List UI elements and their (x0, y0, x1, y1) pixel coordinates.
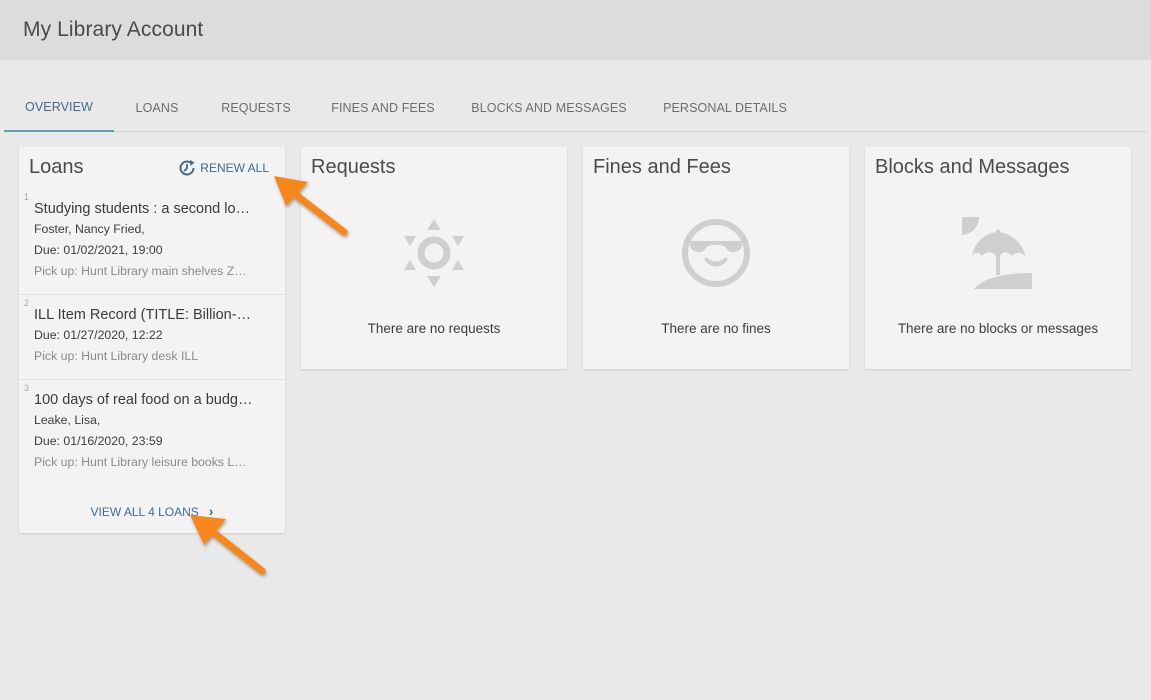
loan-number: 2 (24, 298, 30, 308)
clock-renew-icon (179, 160, 195, 176)
loan-item[interactable]: 2 ILL Item Record (TITLE: Billion-… Due:… (19, 295, 285, 380)
tab-requests[interactable]: REQUESTS (200, 84, 312, 131)
renew-all-button[interactable]: RENEW ALL (177, 158, 269, 178)
loans-card: Loans RENEW ALL 1 Studying students : a … (19, 147, 285, 533)
loan-pickup: Pick up: Hunt Library desk ILL (34, 349, 199, 363)
tab-overview[interactable]: OVERVIEW (4, 84, 114, 132)
loan-item[interactable]: 3 100 days of real food on a budg… Leake… (19, 380, 285, 485)
loan-pickup: Pick up: Hunt Library main shelves Z… (34, 264, 247, 278)
loan-pickup: Pick up: Hunt Library leisure books L… (34, 455, 247, 469)
fines-card-title[interactable]: Fines and Fees (593, 156, 731, 179)
chevron-right-icon: › (208, 503, 214, 519)
view-all-loans-label: VIEW ALL 4 LOANS (90, 505, 199, 519)
loan-title[interactable]: 100 days of real food on a budg… (34, 390, 271, 410)
loan-number: 3 (24, 383, 30, 393)
loan-item[interactable]: 1 Studying students : a second lo… Foste… (19, 189, 285, 295)
beach-umbrella-icon (962, 217, 1032, 289)
renew-all-label: RENEW ALL (200, 161, 269, 175)
loan-due-date: Due: 01/02/2021, 19:00 (34, 243, 163, 257)
tab-blocks-and-messages[interactable]: BLOCKS AND MESSAGES (454, 84, 644, 131)
page-title: My Library Account (23, 18, 204, 41)
blocks-card-title[interactable]: Blocks and Messages (875, 156, 1070, 179)
tab-personal-details[interactable]: PERSONAL DETAILS (644, 84, 806, 131)
view-all-loans-link[interactable]: VIEW ALL 4 LOANS › (19, 503, 285, 519)
tab-fines-and-fees[interactable]: FINES AND FEES (312, 84, 454, 131)
loan-title[interactable]: Studying students : a second lo… (34, 199, 271, 219)
blocks-empty-message: There are no blocks or messages (897, 321, 1099, 336)
blocks-card: Blocks and Messages There are no blocks … (865, 147, 1131, 369)
requests-card-title[interactable]: Requests (311, 156, 396, 179)
loans-card-title[interactable]: Loans (29, 156, 84, 179)
app-header: My Library Account (0, 0, 1151, 60)
fines-empty-message: There are no fines (661, 321, 771, 336)
sunglasses-smiley-icon (682, 219, 750, 287)
loan-title[interactable]: ILL Item Record (TITLE: Billion-… (34, 305, 271, 325)
sun-icon (404, 219, 464, 287)
loan-due-date: Due: 01/27/2020, 12:22 (34, 328, 163, 342)
fines-card: Fines and Fees There are no fines (583, 147, 849, 369)
requests-empty-message: There are no requests (367, 321, 501, 336)
loan-number: 1 (24, 192, 30, 202)
requests-card: Requests There are no requests (301, 147, 567, 369)
loan-list: 1 Studying students : a second lo… Foste… (19, 189, 285, 485)
tab-loans[interactable]: LOANS (114, 84, 200, 131)
loan-author: Leake, Lisa, (34, 413, 101, 427)
loan-author: Foster, Nancy Fried, (34, 222, 145, 236)
loan-due-date: Due: 01/16/2020, 23:59 (34, 434, 163, 448)
account-tabs: OVERVIEW LOANS REQUESTS FINES AND FEES B… (4, 84, 1147, 132)
